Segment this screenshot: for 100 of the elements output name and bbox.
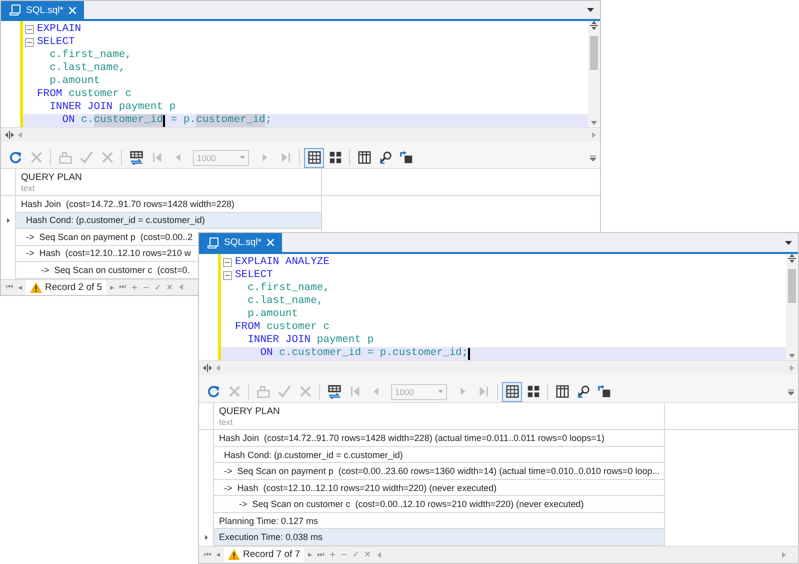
nav-button[interactable]: ✕	[363, 550, 372, 560]
script-icon	[207, 236, 219, 249]
refresh-icon	[206, 384, 220, 400]
cross-icon	[28, 150, 44, 166]
editor-tab[interactable]: SQL.sql*	[1, 1, 84, 20]
record-counter: Record 7 of 7	[243, 549, 300, 560]
scroll-right-icon[interactable]	[790, 365, 794, 372]
grid-view-button[interactable]	[502, 382, 522, 402]
vertical-scrollbar[interactable]	[588, 21, 600, 128]
column-title: QUERY PLAN	[219, 406, 281, 418]
nav-button[interactable]: ◂	[215, 550, 222, 560]
table-cell[interactable]: -> Seq Scan on payment p (cost=0.00..23.60 rows=1360 width=14) (actual time=0.010..0.010 rows=0 loop...	[219, 466, 660, 476]
vertical-scrollbar[interactable]	[786, 254, 798, 360]
split-icon[interactable]	[5, 131, 14, 140]
table-cell[interactable]: -> Seq Scan on payment p (cost=0.00..2	[21, 232, 193, 242]
overflow-caret-icon[interactable]	[788, 388, 794, 395]
scroll-left-icon[interactable]	[216, 365, 220, 372]
nav-button[interactable]: +	[328, 550, 337, 560]
table-cell[interactable]: -> Seq Scan on customer c (cost=0.00..12.10 rows=210 width=220) (never executed)	[219, 499, 584, 510]
table-cell[interactable]: -> Hash (cost=12.10..12.10 rows=210 w	[21, 248, 191, 258]
collapse-icon[interactable]	[223, 258, 232, 268]
grid-view-button[interactable]	[304, 148, 324, 168]
table-cell[interactable]: Planning Time: 0.127 ms	[219, 516, 318, 526]
nav-button[interactable]: −	[142, 282, 150, 292]
sql-keyword: INNER JOIN	[48, 101, 113, 114]
close-icon[interactable]	[68, 6, 76, 14]
scroll-left-icon[interactable]	[376, 552, 381, 558]
scroll-left-icon[interactable]	[18, 132, 22, 138]
row-pointer-icon	[204, 535, 208, 540]
nav-button[interactable]: ▸	[307, 550, 314, 560]
grid-icon	[306, 150, 322, 166]
nav-button[interactable]: −	[340, 550, 348, 560]
nav-button[interactable]: ⏭	[118, 282, 128, 292]
scroll-thumb[interactable]	[590, 36, 598, 70]
collapse-icon[interactable]	[25, 38, 34, 48]
scroll-right-icon[interactable]	[592, 132, 596, 138]
scroll-thumb[interactable]	[788, 269, 796, 304]
refresh-icon	[8, 150, 22, 166]
cross-icon	[100, 150, 114, 166]
sql-identifier: p.amount	[48, 75, 100, 88]
sql-identifier: payment p	[118, 101, 176, 114]
column-header[interactable]: QUERY PLAN text	[16, 169, 322, 195]
columns-icon	[554, 384, 570, 400]
sql-identifier: customer c	[266, 321, 330, 334]
table-cell[interactable]: Hash Join (cost=14.72..91.70 rows=1428 width=228)	[21, 198, 234, 209]
sql-identifier: customer c	[68, 88, 132, 102]
editor-tab[interactable]: SQL.sql*	[199, 233, 282, 252]
table-cell[interactable]: Hash Cond: (p.customer_id = c.customer_id)	[219, 450, 403, 460]
nav-button[interactable]: +	[130, 282, 139, 292]
column-title: QUERY PLAN	[21, 172, 83, 183]
horizontal-scrollbar[interactable]	[199, 360, 798, 376]
split-icon[interactable]	[788, 254, 796, 264]
split-icon[interactable]	[590, 21, 598, 30]
check-icon	[78, 150, 94, 166]
collapse-icon[interactable]	[223, 271, 232, 280]
column-header[interactable]: QUERY PLAN text	[214, 403, 665, 430]
code-editor[interactable]: EXPLAIN ANALYZE SELECT c.first_name, c.last_name, p.amount FROM customer c INNER JOIN payment p ON c.customer_id = p.customer_id;	[221, 254, 786, 360]
grid-arrows-icon	[128, 150, 144, 166]
scroll-left-icon[interactable]	[178, 284, 183, 290]
sql-identifier: payment p	[316, 334, 374, 347]
cross-icon	[298, 384, 312, 400]
sql-keyword: SELECT	[37, 36, 75, 49]
caret-icon[interactable]	[587, 8, 594, 12]
magnifier-icon	[378, 150, 392, 166]
close-icon[interactable]	[266, 239, 274, 246]
table-cell[interactable]: Hash Cond: (p.customer_id = c.customer_id)	[21, 215, 205, 226]
nav-button[interactable]: ✕	[165, 282, 174, 292]
table-cell[interactable]: -> Hash (cost=12.10..12.10 rows=210 width=220) (never executed)	[219, 482, 497, 493]
overflow-caret-icon[interactable]	[590, 154, 596, 161]
script-icon	[9, 4, 21, 16]
nav-button[interactable]: ✓	[351, 550, 360, 560]
sql-identifier: = p.	[170, 114, 196, 128]
nav-button[interactable]: ✓	[153, 282, 162, 292]
grid-icon	[504, 384, 520, 400]
sql-keyword: ON	[259, 347, 273, 360]
table-cell[interactable]: Execution Time: 0.038 ms	[219, 532, 323, 542]
search-match: customer_id	[94, 114, 164, 128]
tab-title: SQL.sql*	[26, 4, 64, 16]
columns-icon	[356, 150, 372, 166]
tiles-icon	[328, 150, 342, 166]
record-counter: Record 2 of 5	[45, 282, 102, 293]
sql-keyword: EXPLAIN	[37, 23, 82, 36]
collapse-icon[interactable]	[25, 25, 34, 34]
split-icon[interactable]	[203, 364, 212, 372]
nav-button[interactable]: ⏮	[203, 550, 212, 560]
horizontal-scrollbar[interactable]	[1, 127, 600, 142]
cross-icon	[226, 384, 242, 400]
search-match: customer_id	[196, 114, 266, 128]
nav-button[interactable]: ▸	[109, 282, 116, 292]
caret-icon	[438, 390, 443, 394]
caret-icon[interactable]	[785, 240, 792, 245]
scroll-right-icon[interactable]	[782, 552, 786, 558]
nav-button[interactable]: ◂	[17, 282, 24, 292]
table-cell[interactable]: -> Seq Scan on customer c (cost=0.	[21, 264, 190, 275]
code-editor[interactable]: EXPLAIN SELECT c.first_name, c.last_name, p.amount FROM customer c INNER JOIN payment p ON c.customer_id = p.customer_id;	[23, 21, 588, 128]
nav-button[interactable]: ⏮	[5, 282, 14, 292]
caret-icon	[240, 156, 245, 160]
nav-button[interactable]: ⏭	[316, 550, 326, 560]
tab-title: SQL.sql*	[224, 237, 262, 248]
table-cell[interactable]: Hash Join (cost=14.72..91.70 rows=1428 width=228) (actual time=0.011..0.011 rows=0 loops=1)	[219, 433, 604, 444]
